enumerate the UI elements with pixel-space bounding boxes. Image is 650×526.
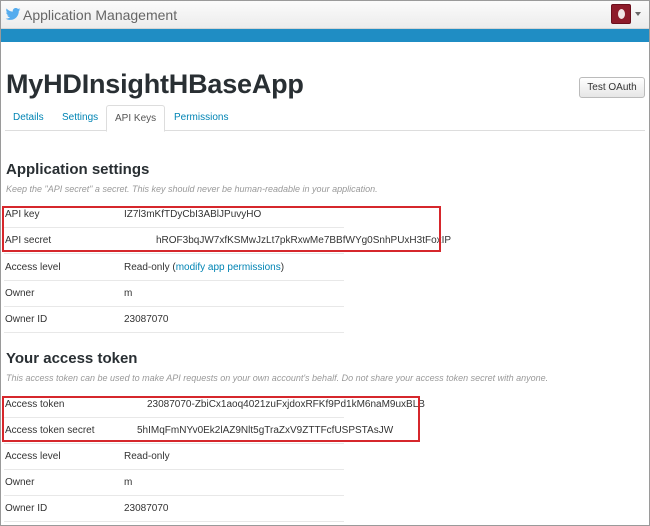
owner-id-label: Owner ID — [5, 314, 48, 325]
accent-bar — [1, 29, 649, 42]
token-owner-row: Owner m — [4, 470, 344, 496]
owner-id-value: 23087070 — [124, 314, 169, 325]
owner-value: m — [124, 288, 133, 299]
access-level-label: Access level — [5, 262, 61, 273]
access-token-note: This access token can be used to make AP… — [6, 373, 549, 383]
token-owner-id-label: Owner ID — [5, 503, 48, 514]
access-level-suffix: ) — [280, 262, 285, 273]
application-settings-note: Keep the "API secret" a secret. This key… — [6, 184, 378, 194]
account-menu[interactable] — [611, 4, 641, 24]
application-settings-heading: Application settings — [6, 161, 150, 178]
twitter-bird-icon[interactable] — [5, 6, 21, 22]
test-oauth-button[interactable]: Test OAuth — [579, 77, 645, 98]
tab-details[interactable]: Details — [5, 105, 52, 131]
access-level-text: Read-only ( — [124, 262, 176, 273]
modify-app-permissions-link[interactable]: modify app permissions — [176, 262, 281, 273]
owner-row: Owner m — [4, 281, 344, 307]
access-level-value: Read-only (modify app permissions) — [124, 262, 284, 273]
owner-id-row: Owner ID 23087070 — [4, 307, 344, 333]
token-owner-id-value: 23087070 — [124, 503, 169, 514]
token-owner-value: m — [124, 477, 133, 488]
tab-api-keys[interactable]: API Keys — [106, 105, 166, 132]
app-management-title[interactable]: Application Management — [23, 7, 177, 23]
access-token-heading: Your access token — [6, 350, 138, 367]
tab-bar: Details Settings API Keys Permissions — [5, 105, 645, 132]
tab-settings[interactable]: Settings — [54, 105, 106, 131]
access-level-row: Access level Read-only (modify app permi… — [4, 255, 344, 281]
api-keys-highlight-box — [2, 206, 441, 252]
avatar[interactable] — [611, 4, 631, 24]
access-token-highlight-box — [2, 396, 420, 442]
page-title: MyHDInsightHBaseApp — [6, 69, 304, 99]
chevron-down-icon[interactable] — [635, 12, 641, 16]
token-access-level-row: Access level Read-only — [4, 444, 344, 470]
tab-permissions[interactable]: Permissions — [166, 105, 236, 131]
owner-label: Owner — [5, 288, 35, 299]
token-access-level-label: Access level — [5, 451, 61, 462]
top-bar: Application Management — [1, 1, 649, 29]
token-owner-id-row: Owner ID 23087070 — [4, 496, 344, 522]
token-owner-label: Owner — [5, 477, 35, 488]
token-access-level-value: Read-only — [124, 451, 170, 462]
